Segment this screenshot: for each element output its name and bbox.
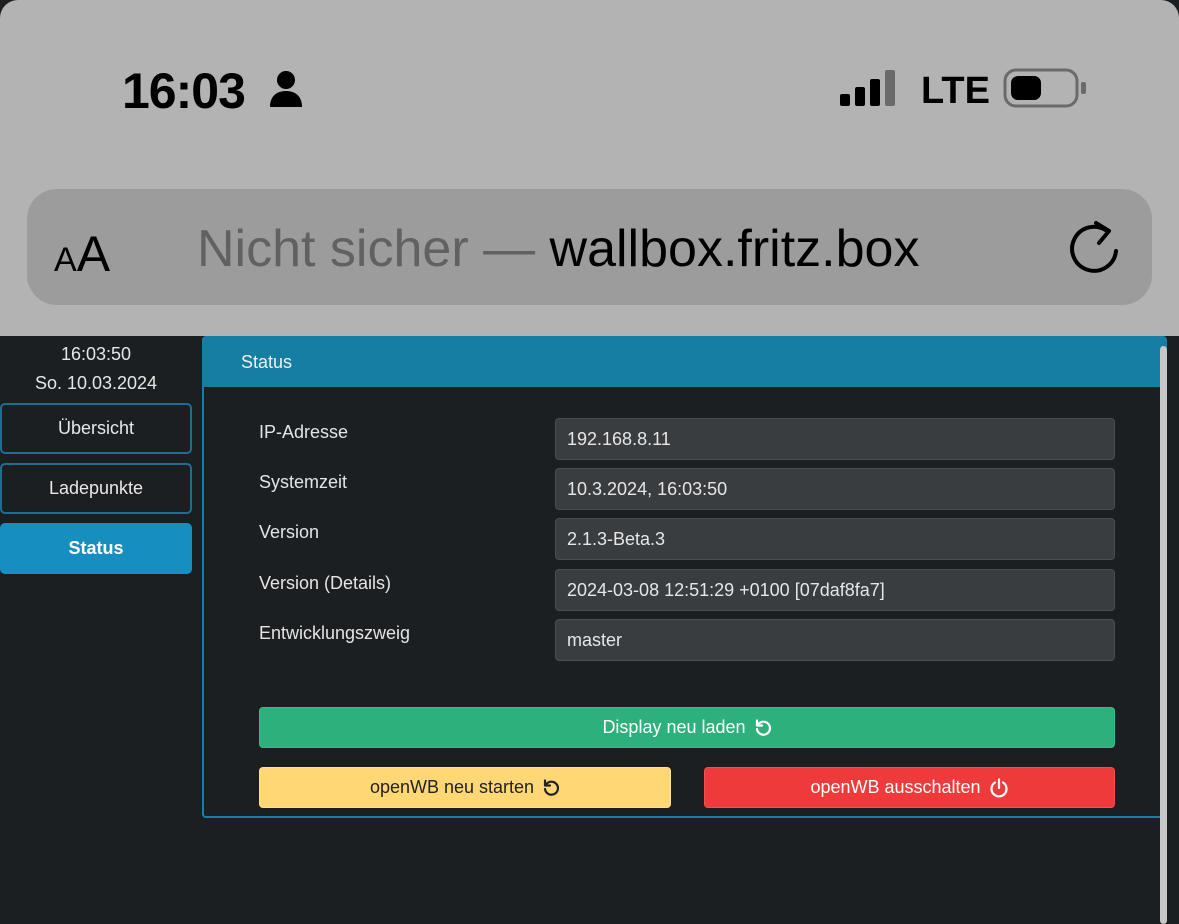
row-ip-address: IP-Adresse 192.168.8.11 <box>259 418 1115 460</box>
display-reload-button[interactable]: Display neu laden <box>259 707 1115 748</box>
restart-button[interactable]: openWB neu starten <box>259 767 671 808</box>
network-type: LTE <box>921 70 990 112</box>
nav-ladepunkte[interactable]: Ladepunkte <box>0 463 192 514</box>
status-card-title: Status <box>241 352 293 372</box>
shutdown-button[interactable]: openWB ausschalten <box>704 767 1115 808</box>
status-card-header[interactable]: Status <box>204 338 1165 387</box>
branch-label: Entwicklungszweig <box>259 623 411 643</box>
address-bar[interactable]: AA Nicht sicher — wallbox.fritz.box <box>27 189 1152 305</box>
url-text[interactable]: Nicht sicher — wallbox.fritz.box <box>197 219 919 279</box>
restart-label: openWB neu starten <box>369 777 535 797</box>
ip-address-value: 192.168.8.11 <box>555 418 1115 460</box>
sidebar-time: 16:03:50 <box>60 344 132 364</box>
url-host: wallbox.fritz.box <box>549 220 920 278</box>
status-card: Status IP-Adresse 192.168.8.11 Systemzei… <box>202 336 1167 818</box>
battery-icon <box>1003 68 1086 108</box>
text-size-button[interactable]: AA <box>54 225 124 282</box>
insecure-label: Nicht sicher — <box>197 220 550 278</box>
row-version: Version 2.1.3-Beta.3 <box>259 518 1115 560</box>
browser-chrome: 16:03 LTE AA Nicht sicher — wallbox.frit… <box>0 0 1179 336</box>
power-icon <box>989 777 1008 797</box>
system-time-label: Systemzeit <box>259 472 348 492</box>
screen: 16:03 LTE AA Nicht sicher — wallbox.frit… <box>0 0 1179 924</box>
row-system-time: Systemzeit 10.3.2024, 16:03:50 <box>259 468 1115 510</box>
row-branch: Entwicklungszweig master <box>259 619 1115 661</box>
display-reload-label: Display neu laden <box>602 717 746 737</box>
version-label: Version <box>259 522 320 542</box>
system-time-value: 10.3.2024, 16:03:50 <box>555 468 1115 510</box>
page-content: 16:03:50 So. 10.03.2024 Übersicht Ladepu… <box>0 336 1179 924</box>
rotate-left-icon <box>543 778 560 796</box>
ip-address-label: IP-Adresse <box>259 422 349 442</box>
row-version-details: Version (Details) 2024-03-08 12:51:29 +0… <box>259 569 1115 611</box>
person-icon <box>270 71 302 107</box>
branch-value: master <box>555 619 1115 661</box>
shutdown-label: openWB ausschalten <box>810 777 981 797</box>
nav-status[interactable]: Status <box>0 523 192 574</box>
reload-icon[interactable] <box>1067 217 1123 277</box>
status-bar-time: 16:03 <box>122 63 246 119</box>
page-scrollbar[interactable] <box>1160 346 1167 924</box>
signal-icon <box>840 70 895 106</box>
rotate-left-icon <box>755 718 771 736</box>
version-details-value: 2024-03-08 12:51:29 +0100 [07daf8fa7] <box>555 569 1115 611</box>
sidebar-date: So. 10.03.2024 <box>34 373 158 393</box>
version-value: 2.1.3-Beta.3 <box>555 518 1115 560</box>
version-details-label: Version (Details) <box>259 573 392 593</box>
nav-uebersicht[interactable]: Übersicht <box>0 403 192 454</box>
sidebar-clock: 16:03:50 So. 10.03.2024 <box>0 340 192 398</box>
